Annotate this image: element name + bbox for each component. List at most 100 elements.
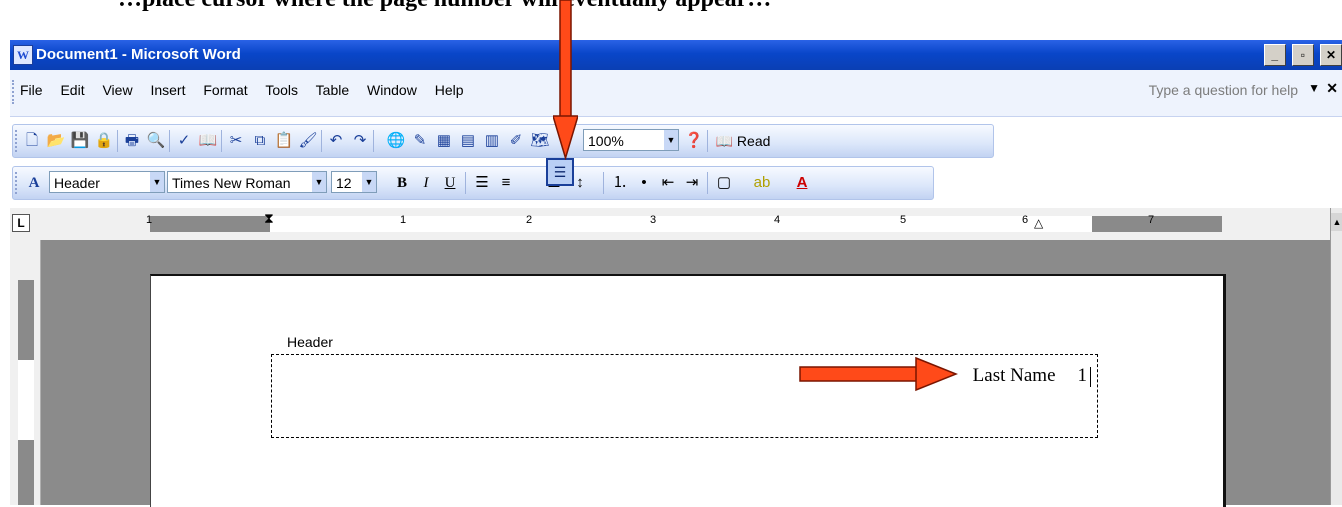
tables-borders-icon[interactable]: ✎ (409, 128, 431, 154)
cut-icon[interactable]: ✂ (225, 128, 247, 154)
drawing-icon[interactable]: ✐ (505, 128, 527, 154)
menu-table[interactable]: Table (316, 82, 349, 98)
toolbar-grip (15, 172, 20, 194)
new-document-icon[interactable]: 🗋 (21, 128, 43, 154)
ruler-right-margin (1092, 216, 1222, 232)
separator (707, 130, 708, 152)
menu-bar: File Edit View Insert Format Tools Table… (10, 70, 1342, 117)
font-size-select[interactable]: 12 ▼ (331, 171, 377, 193)
zoom-select[interactable]: 100% ▼ (583, 129, 679, 151)
vruler-body (18, 440, 34, 505)
spelling-icon[interactable]: ✓ (173, 128, 195, 154)
tab-selector[interactable]: L (12, 214, 30, 232)
instruction-text: …place cursor where the page number will… (118, 0, 771, 13)
print-icon[interactable]: 🖶 (121, 128, 143, 154)
menu-grip (12, 80, 17, 104)
menu-file[interactable]: File (20, 82, 43, 98)
text-cursor (1090, 366, 1091, 387)
last-name-text: Last Name (972, 365, 1056, 386)
numbering-icon[interactable]: ⒈ (609, 170, 631, 196)
italic-button[interactable]: I (415, 170, 437, 196)
annotation-arrow-down (553, 0, 578, 160)
highlight-icon[interactable]: ab (751, 170, 773, 196)
standard-toolbar: 🗋 📂 💾 🔒 🖶 🔍 ✓ 📖 ✂ ⧉ 📋 🖌 ↶ ↷ 🌐 ✎ ▦ ▤ ▥ ✐ … (12, 124, 994, 158)
menu-help[interactable]: Help (435, 82, 464, 98)
bold-button[interactable]: B (391, 170, 413, 196)
paste-icon[interactable]: 📋 (273, 128, 295, 154)
ruler-number: 5 (900, 214, 907, 226)
right-indent-icon[interactable]: △ (1034, 216, 1043, 230)
style-select[interactable]: Header ▼ (49, 171, 165, 193)
separator (169, 130, 170, 152)
menu-tools[interactable]: Tools (265, 82, 298, 98)
scroll-up-icon[interactable]: ▲ (1331, 213, 1342, 231)
header-area[interactable]: Last Name 1 (271, 354, 1098, 438)
separator (373, 130, 374, 152)
redo-icon[interactable]: ↷ (349, 128, 371, 154)
styles-formatting-icon[interactable]: A (23, 170, 45, 196)
read-button[interactable]: 📖 Read (713, 128, 773, 154)
ruler-number: 1 (146, 214, 153, 226)
minimize-button[interactable]: _ (1263, 44, 1286, 66)
ruler-left-margin (150, 216, 270, 232)
menu-edit[interactable]: Edit (60, 82, 84, 98)
chevron-down-icon[interactable]: ▼ (362, 172, 376, 192)
close-button[interactable]: ✕ (1320, 44, 1342, 66)
help-search-input[interactable]: Type a question for help (1149, 82, 1298, 98)
open-icon[interactable]: 📂 (45, 128, 67, 154)
decrease-indent-icon[interactable]: ⇤ (657, 170, 679, 196)
help-dropdown-icon[interactable]: ▼ (1308, 81, 1320, 95)
align-right-icon[interactable]: ☰ (546, 158, 574, 186)
read-label: Read (736, 133, 771, 149)
vruler-header-area (18, 360, 34, 440)
underline-button[interactable]: U (439, 170, 461, 196)
insert-table-icon[interactable]: ▦ (433, 128, 455, 154)
font-color-icon[interactable]: A (791, 170, 813, 196)
ruler-number: 1 (400, 214, 407, 226)
print-preview-icon[interactable]: 🔍 (145, 128, 167, 154)
insert-excel-icon[interactable]: ▤ (457, 128, 479, 154)
ruler-number: 2 (526, 214, 533, 226)
formatting-toolbar: A Header ▼ Times New Roman ▼ 12 ▼ B I U … (12, 166, 934, 200)
ruler-number: 7 (1148, 214, 1155, 226)
instruction-caption: …place cursor where the page number will… (0, 0, 1342, 40)
separator (321, 130, 322, 152)
columns-icon[interactable]: ▥ (481, 128, 503, 154)
annotation-arrow-right (799, 356, 958, 392)
border-icon[interactable]: ▢ (713, 170, 735, 196)
chevron-down-icon[interactable]: ▼ (664, 130, 678, 150)
maximize-button[interactable]: ▫ (1291, 44, 1314, 66)
help-icon[interactable]: ❓ (683, 128, 705, 154)
horizontal-ruler: L ⧗ △ 1 1 2 3 4 5 6 7 (10, 208, 1342, 241)
menu-format[interactable]: Format (203, 82, 247, 98)
chevron-down-icon[interactable]: ▼ (312, 172, 326, 192)
toolbar-grip (15, 130, 20, 152)
align-left-icon[interactable]: ☰ (471, 170, 493, 196)
increase-indent-icon[interactable]: ⇥ (681, 170, 703, 196)
separator (117, 130, 118, 152)
save-icon[interactable]: 💾 (69, 128, 91, 154)
chevron-down-icon[interactable]: ▼ (150, 172, 164, 192)
document-page[interactable]: Header Last Name 1 (150, 274, 1226, 507)
vertical-scrollbar[interactable]: ▲ (1330, 208, 1342, 505)
hyperlink-icon[interactable]: 🌐 (385, 128, 407, 154)
separator (465, 172, 466, 194)
font-select[interactable]: Times New Roman ▼ (167, 171, 327, 193)
indent-marker-icon[interactable]: ⧗ (264, 210, 274, 227)
permission-icon[interactable]: 🔒 (93, 128, 115, 154)
format-painter-icon[interactable]: 🖌 (297, 128, 319, 154)
ruler-number: 6 (1022, 214, 1029, 226)
research-icon[interactable]: 📖 (197, 128, 219, 154)
window-title: Document1 - Microsoft Word (36, 46, 241, 63)
menu-insert[interactable]: Insert (150, 82, 185, 98)
document-map-icon[interactable]: 🗺 (529, 128, 551, 154)
close-document-icon[interactable]: ✕ (1326, 80, 1338, 97)
undo-icon[interactable]: ↶ (325, 128, 347, 154)
align-center-icon[interactable]: ≡ (495, 170, 517, 196)
font-value: Times New Roman (172, 175, 291, 191)
bullets-icon[interactable]: • (633, 170, 655, 196)
menu-view[interactable]: View (102, 82, 132, 98)
menu-window[interactable]: Window (367, 82, 417, 98)
header-text[interactable]: Last Name 1 (973, 365, 1091, 387)
copy-icon[interactable]: ⧉ (249, 128, 271, 154)
